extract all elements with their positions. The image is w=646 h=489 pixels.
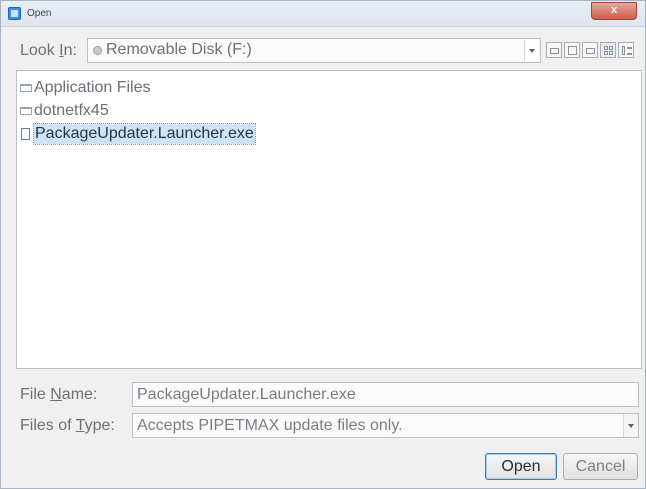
file-name-value: PackageUpdater.Launcher.exe — [137, 386, 356, 403]
details-view-icon — [627, 53, 632, 55]
file-name-input[interactable]: PackageUpdater.Launcher.exe — [132, 382, 639, 407]
file-type-value: Accepts PIPETMAX update files only. — [137, 417, 403, 434]
chevron-down-icon[interactable] — [524, 40, 539, 61]
file-icon — [21, 128, 30, 140]
list-view-icon — [609, 51, 613, 55]
look-in-value: Removable Disk (F:) — [106, 41, 252, 58]
up-folder-button[interactable] — [546, 42, 562, 58]
list-view-icon — [609, 46, 613, 50]
close-icon: x — [610, 4, 618, 16]
list-view-button[interactable] — [600, 42, 616, 58]
window-title: Open — [27, 8, 52, 19]
close-button[interactable]: x — [591, 2, 637, 20]
list-view-icon — [604, 51, 608, 55]
home-button[interactable] — [564, 42, 580, 58]
details-view-button[interactable] — [618, 42, 634, 58]
file-list[interactable]: Application Files dotnetfx45 PackageUpda… — [16, 70, 642, 369]
details-view-icon — [627, 47, 632, 49]
up-folder-icon — [550, 48, 559, 54]
details-view-icon — [622, 46, 625, 55]
app-icon — [8, 7, 21, 20]
disk-icon — [93, 46, 102, 55]
home-icon — [568, 46, 577, 55]
new-folder-icon — [586, 48, 595, 54]
cancel-button[interactable]: Cancel — [563, 453, 638, 480]
chevron-down-icon[interactable] — [623, 414, 638, 437]
file-type-label: Files of Type: — [20, 417, 115, 434]
file-type-select[interactable]: Accepts PIPETMAX update files only. — [132, 413, 639, 438]
look-in-combobox[interactable]: Removable Disk (F:) — [87, 38, 541, 63]
look-in-label: Look In: — [20, 42, 77, 59]
folder-icon — [20, 107, 32, 115]
file-name-label: File Name: — [20, 386, 98, 403]
list-view-icon — [604, 46, 608, 50]
folder-icon — [20, 84, 32, 92]
open-dialog: Open x Look In: Removable Disk (F:) Appl… — [0, 0, 646, 489]
open-button[interactable]: Open — [485, 453, 557, 480]
new-folder-button[interactable] — [582, 42, 598, 58]
title-bar[interactable]: Open x — [1, 1, 645, 27]
